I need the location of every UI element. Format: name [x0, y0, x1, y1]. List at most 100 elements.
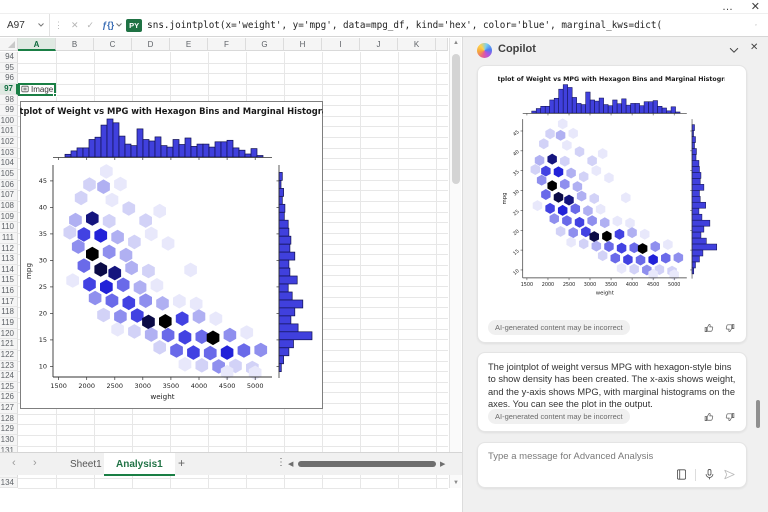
row-header-107[interactable]: 107: [0, 190, 18, 201]
row-header-130[interactable]: 130: [0, 435, 18, 446]
svg-text:3500: 3500: [163, 382, 180, 390]
row-header-115[interactable]: 115: [0, 275, 18, 286]
row-header-122[interactable]: 122: [0, 350, 18, 361]
row-header-105[interactable]: 105: [0, 169, 18, 180]
row-header-113[interactable]: 113: [0, 254, 18, 265]
svg-text:2500: 2500: [563, 282, 575, 288]
sheet-tab-analysis1[interactable]: Analysis1: [104, 453, 175, 476]
row-header-129[interactable]: 129: [0, 424, 18, 435]
grid-line: [18, 424, 448, 425]
hscroll-left-icon[interactable]: ◀: [288, 460, 293, 468]
notebook-icon[interactable]: [675, 468, 688, 481]
row-header-94[interactable]: 94: [0, 52, 18, 63]
copilot-title: Copilot: [498, 43, 536, 55]
row-header-117[interactable]: 117: [0, 297, 18, 308]
row-header-125[interactable]: 125: [0, 382, 18, 393]
row-header-118[interactable]: 118: [0, 307, 18, 318]
formula-bar-expand-icon[interactable]: [744, 21, 768, 29]
column-header-F[interactable]: F: [208, 38, 246, 51]
row-header-109[interactable]: 109: [0, 212, 18, 223]
more-options-icon[interactable]: …: [722, 0, 734, 14]
column-header-J[interactable]: J: [360, 38, 398, 51]
row-header-121[interactable]: 121: [0, 339, 18, 350]
copilot-logo-icon: [477, 43, 492, 58]
python-function-icon[interactable]: ƒ{}: [98, 20, 115, 30]
column-header-B[interactable]: B: [56, 38, 94, 51]
column-header-C[interactable]: C: [94, 38, 132, 51]
column-header-E[interactable]: E: [170, 38, 208, 51]
row-header-103[interactable]: 103: [0, 148, 18, 159]
vertical-scroll-thumb[interactable]: [452, 54, 460, 184]
row-header-114[interactable]: 114: [0, 265, 18, 276]
fill-handle[interactable]: [53, 93, 57, 97]
column-header-H[interactable]: H: [284, 38, 322, 51]
svg-text:5000: 5000: [247, 382, 264, 390]
chevron-down-icon[interactable]: [115, 21, 123, 29]
row-header-102[interactable]: 102: [0, 137, 18, 148]
select-all-corner[interactable]: [0, 38, 18, 51]
svg-text:10: 10: [39, 363, 47, 371]
column-header-K[interactable]: K: [398, 38, 436, 51]
scroll-up-icon[interactable]: ▲: [450, 40, 462, 46]
row-header-108[interactable]: 108: [0, 201, 18, 212]
row-header-97[interactable]: 97: [0, 84, 18, 95]
chevron-down-icon[interactable]: [727, 43, 741, 57]
row-header-106[interactable]: 106: [0, 180, 18, 191]
row-header-120[interactable]: 120: [0, 329, 18, 340]
thumbs-up-icon[interactable]: [703, 322, 715, 334]
row-header-126[interactable]: 126: [0, 392, 18, 403]
copilot-message: The jointplot of weight versus MPG with …: [488, 361, 736, 410]
python-object-icon: [21, 85, 29, 93]
row-header-95[interactable]: 95: [0, 63, 18, 74]
row-header-127[interactable]: 127: [0, 403, 18, 414]
window-close-icon[interactable]: ✕: [751, 0, 760, 14]
row-header-123[interactable]: 123: [0, 361, 18, 372]
tab-more-icon[interactable]: ⋮: [276, 457, 286, 468]
microphone-icon[interactable]: [703, 468, 716, 481]
row-header-124[interactable]: 124: [0, 371, 18, 382]
column-header-D[interactable]: D: [132, 38, 170, 51]
prev-sheet-icon[interactable]: ‹: [12, 457, 16, 469]
row-header-98[interactable]: 98: [0, 95, 18, 106]
thumbs-up-icon[interactable]: [703, 411, 715, 423]
add-sheet-button[interactable]: +: [178, 456, 185, 470]
row-header-96[interactable]: 96: [0, 73, 18, 84]
next-sheet-icon[interactable]: ›: [33, 457, 37, 469]
copilot-message-input[interactable]: [478, 443, 746, 469]
spreadsheet-grid[interactable]: ABCDEFGHIJK94959697989910010110210310410…: [0, 37, 462, 512]
row-header-134[interactable]: 134: [0, 478, 18, 489]
name-box[interactable]: A97: [0, 14, 50, 36]
send-icon[interactable]: [723, 468, 736, 481]
column-header-I[interactable]: I: [322, 38, 360, 51]
formula-input[interactable]: sns.jointplot(x='weight', y='mpg', data=…: [147, 20, 744, 31]
row-header-110[interactable]: 110: [0, 222, 18, 233]
copilot-scroll-thumb[interactable]: [756, 400, 760, 428]
vertical-scrollbar[interactable]: ▲ ▼: [449, 38, 461, 488]
hscroll-right-icon[interactable]: ▶: [440, 460, 445, 468]
svg-text:4500: 4500: [219, 382, 236, 390]
row-header-101[interactable]: 101: [0, 126, 18, 137]
column-header-G[interactable]: G: [246, 38, 284, 51]
row-header-128[interactable]: 128: [0, 414, 18, 425]
selected-cell-A97[interactable]: Image: [18, 83, 56, 96]
thumbs-down-icon[interactable]: [724, 322, 736, 334]
title-strip: … ✕: [0, 0, 768, 14]
row-header-111[interactable]: 111: [0, 233, 18, 244]
copilot-close-icon[interactable]: ✕: [750, 42, 758, 53]
enter-icon[interactable]: ✓: [83, 20, 99, 31]
row-header-99[interactable]: 99: [0, 105, 18, 116]
column-header-partial[interactable]: [436, 38, 448, 51]
cancel-icon[interactable]: ✕: [67, 20, 83, 31]
thumbs-down-icon[interactable]: [724, 411, 736, 423]
svg-text:5000: 5000: [668, 282, 680, 288]
grid-line: [18, 435, 448, 436]
horizontal-scroll-thumb[interactable]: [298, 461, 436, 467]
row-header-119[interactable]: 119: [0, 318, 18, 329]
column-header-A[interactable]: A: [18, 38, 56, 51]
row-header-116[interactable]: 116: [0, 286, 18, 297]
row-header-112[interactable]: 112: [0, 244, 18, 255]
jointplot-chart-image[interactable]: Jointplot of Weight vs MPG with Hexagon …: [20, 101, 323, 409]
row-header-104[interactable]: 104: [0, 158, 18, 169]
scroll-down-icon[interactable]: ▼: [450, 480, 462, 486]
row-header-100[interactable]: 100: [0, 116, 18, 127]
